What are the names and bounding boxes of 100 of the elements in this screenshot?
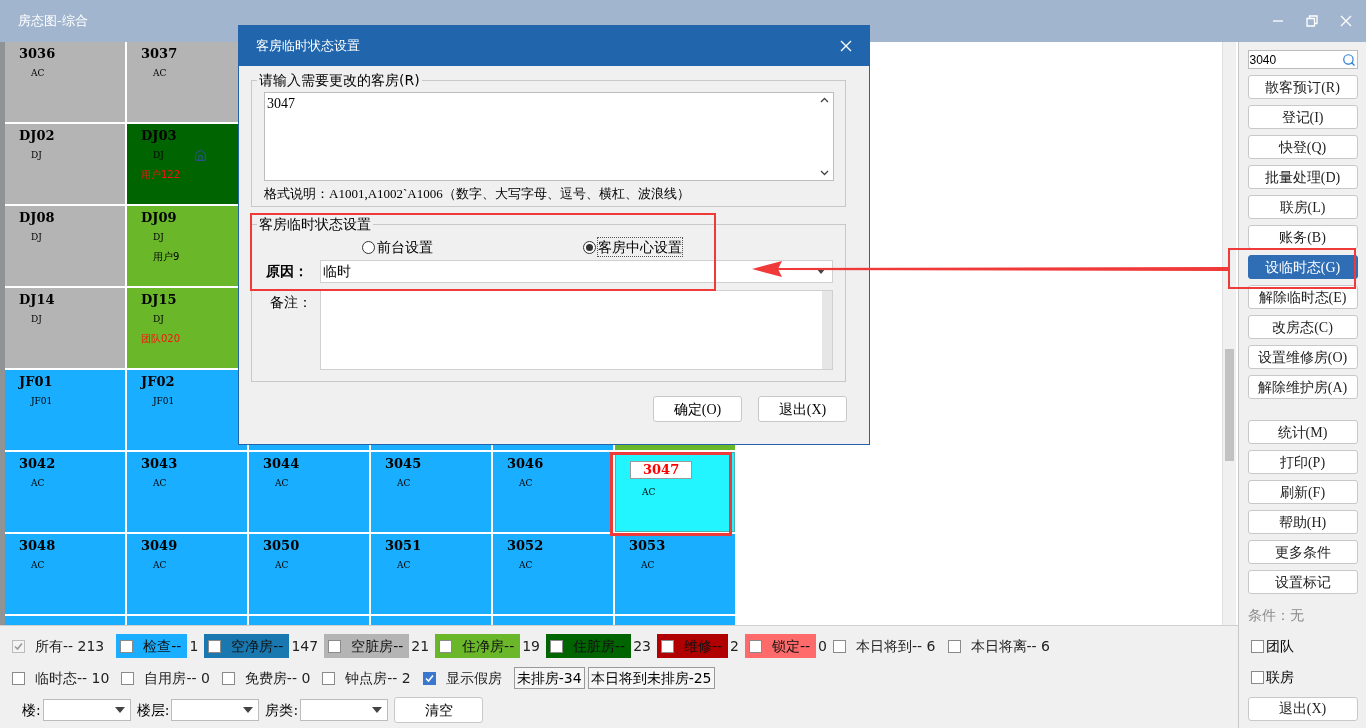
radio-label[interactable]: 前台设置	[377, 238, 433, 256]
radio-button[interactable]	[362, 240, 375, 254]
action-button[interactable]: 帮助(H)	[1247, 510, 1358, 534]
action-button[interactable]: 联房(L)	[1247, 195, 1358, 219]
room-cell[interactable]: DJ02 DJ	[5, 124, 125, 204]
room-cell[interactable]: 3053 AC	[615, 534, 735, 614]
room-cell[interactable]: JF02 JF01	[127, 370, 247, 450]
radio-label[interactable]: 客房中心设置	[598, 238, 682, 256]
radio-button[interactable]	[583, 240, 596, 254]
room-number: 3043	[141, 456, 179, 472]
room-number: 3046	[507, 456, 545, 472]
room-cell[interactable]: 3046 AC	[493, 452, 613, 532]
scroll-down-icon[interactable]	[820, 170, 829, 176]
scrollbar[interactable]	[822, 291, 832, 369]
action-button[interactable]: 刷新(F)	[1247, 480, 1358, 504]
room-cell[interactable]: 3043 AC	[127, 452, 247, 532]
checkbox[interactable]	[947, 639, 961, 653]
checkbox[interactable]	[660, 639, 674, 653]
status-swatch[interactable]: 锁定--	[745, 634, 817, 658]
checkbox[interactable]	[12, 671, 25, 685]
filter-label[interactable]: 临时态-- 10	[35, 667, 110, 689]
action-button[interactable]: 更多条件	[1247, 540, 1358, 564]
room-cell[interactable]: DJ08 DJ	[5, 206, 125, 286]
room-cell[interactable]: 3051 AC	[371, 534, 491, 614]
room-type: DJ	[31, 313, 42, 325]
clear-button[interactable]: 清空	[394, 697, 484, 723]
filter-label[interactable]: 钟点房-- 2	[345, 667, 411, 689]
action-button[interactable]: 解除临时态(E)	[1247, 285, 1358, 309]
room-number: 3042	[19, 456, 57, 472]
action-button[interactable]: 批量处理(D)	[1247, 165, 1358, 189]
checkbox[interactable]	[550, 639, 564, 653]
guest-name: 用户122	[141, 168, 182, 182]
action-button[interactable]: 解除维护房(A)	[1247, 375, 1358, 399]
action-button[interactable]: 快登(Q)	[1247, 135, 1358, 159]
status-swatch[interactable]: 空净房--	[204, 634, 290, 658]
action-button[interactable]: 统计(M)	[1247, 420, 1358, 444]
status-label: 住净房--	[462, 636, 516, 656]
reason-label: 原因：	[265, 261, 309, 281]
room-cell[interactable]: 3047 AC	[615, 452, 735, 532]
room-cell[interactable]: 3052 AC	[493, 534, 613, 614]
action-button[interactable]: 登记(I)	[1247, 105, 1358, 129]
checkbox[interactable]	[749, 639, 762, 653]
checkbox[interactable]	[833, 639, 847, 653]
checkbox[interactable]	[1251, 640, 1264, 653]
room-cell[interactable]: 3050 AC	[249, 534, 369, 614]
filter-label[interactable]: 团队	[1266, 636, 1294, 657]
action-button[interactable]: 打印(P)	[1247, 450, 1358, 474]
action-button[interactable]: 改房态(C)	[1247, 315, 1358, 339]
action-button[interactable]: 账务(B)	[1247, 225, 1358, 249]
checkbox[interactable]	[221, 671, 235, 685]
scroll-up-icon[interactable]	[820, 97, 829, 103]
action-button[interactable]: 设置标记	[1247, 570, 1358, 594]
filter-label[interactable]: 自用房-- 0	[144, 667, 210, 689]
dialog-button[interactable]: 确定(O)	[653, 396, 742, 422]
checkbox[interactable]	[422, 671, 436, 685]
status-count: 21	[410, 636, 430, 656]
filter-label[interactable]: 显示假房	[445, 667, 502, 689]
room-number: 3051	[385, 538, 423, 554]
room-cell[interactable]: 3036 AC	[5, 42, 125, 122]
checkbox[interactable]	[439, 639, 453, 653]
room-cell[interactable]: JF01 JF01	[5, 370, 125, 450]
room-cell[interactable]: 3049 AC	[127, 534, 247, 614]
dropdown[interactable]	[300, 699, 389, 721]
action-button[interactable]: 设置维修房(O)	[1247, 345, 1358, 369]
checkbox[interactable]	[328, 639, 342, 653]
filter-label[interactable]: 免费房-- 0	[244, 667, 311, 689]
close-icon[interactable]	[840, 40, 852, 52]
room-cell[interactable]: DJ14 DJ	[5, 288, 125, 368]
room-cell[interactable]: 3045 AC	[371, 452, 491, 532]
filter-label[interactable]: 本日将到-- 6	[856, 635, 936, 657]
room-number: 3049	[141, 538, 179, 554]
action-button[interactable]: 退出(X)	[1247, 696, 1358, 721]
format-hint: 格式说明：A1001,A1002`A1006（数字、大写字母、逗号、横杠、波浪线）	[264, 185, 691, 203]
status-swatch[interactable]: 空脏房--	[324, 634, 410, 658]
room-type: JF01	[31, 395, 53, 407]
checkbox[interactable]	[1251, 671, 1264, 684]
restore-icon[interactable]	[1306, 15, 1318, 27]
reason-select[interactable]: 临时	[319, 259, 833, 283]
action-button[interactable]: 设临时态(G)	[1247, 255, 1358, 279]
checkbox[interactable]	[208, 639, 222, 653]
search-icon[interactable]	[1341, 52, 1356, 67]
action-button[interactable]: 散客预订(R)	[1247, 75, 1358, 99]
scrollbar[interactable]	[1222, 42, 1236, 625]
dropdown[interactable]	[171, 699, 260, 721]
room-cell[interactable]: 3042 AC	[5, 452, 125, 532]
checkbox[interactable]	[322, 671, 336, 685]
room-cell[interactable]: 3048 AC	[5, 534, 125, 614]
checkbox[interactable]	[120, 639, 134, 653]
scrollbar-thumb[interactable]	[1225, 349, 1234, 461]
status-swatch[interactable]: 住净房--	[435, 634, 521, 658]
filter-label[interactable]: 本日将离-- 6	[970, 635, 1050, 657]
dropdown[interactable]	[42, 699, 131, 721]
count-tag: 未排房-34	[513, 667, 585, 689]
room-cell[interactable]: 3044 AC	[249, 452, 369, 532]
rooms-textarea[interactable]: 3047	[264, 92, 834, 181]
status-swatch[interactable]: 检查--	[116, 634, 188, 658]
filter-label[interactable]: 联房	[1266, 667, 1294, 688]
dialog-button[interactable]: 退出(X)	[758, 396, 847, 422]
search-field[interactable]: 3040	[1247, 50, 1358, 69]
checkbox[interactable]	[121, 671, 135, 685]
